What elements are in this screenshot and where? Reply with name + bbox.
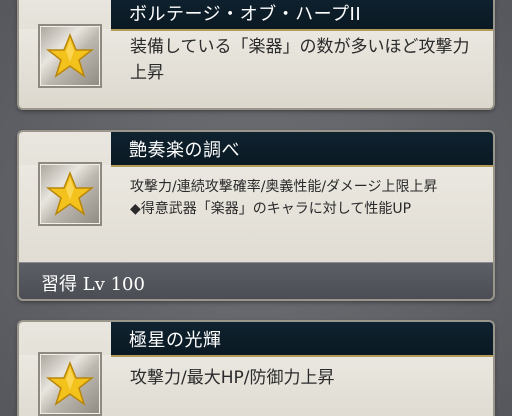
- skill-list: ボルテージ・オブ・ハープII 装備している「楽器」の数が多いほど攻撃力上昇 艶奏…: [0, 0, 512, 416]
- gold-star-icon: [46, 170, 94, 216]
- skill-description: 攻撃力/最大HP/防御力上昇: [130, 368, 335, 388]
- skill-icon-frame: [38, 24, 102, 88]
- skill-description: 攻撃力/連続攻撃確率/奥義性能/ダメージ上限上昇 ◆得意武器「楽器」のキャラに対…: [130, 176, 479, 220]
- skill-icon-frame: [38, 352, 102, 416]
- gold-star-icon: [46, 32, 94, 78]
- skill-description: 装備している「楽器」の数が多いほど攻撃力上昇: [130, 37, 470, 83]
- skill-acquire-bar: 習得 Lv 100: [19, 262, 493, 299]
- skill-card-3[interactable]: 極星の光輝 攻撃力/最大HP/防御力上昇: [19, 322, 493, 416]
- acquire-level: Lv 100: [82, 274, 145, 295]
- skill-description-line: 攻撃力/連続攻撃確率/奥義性能/ダメージ上限上昇: [130, 179, 438, 195]
- skill-title: 極星の光輝: [129, 330, 222, 351]
- acquire-label: 習得: [41, 274, 77, 295]
- skill-icon-frame: [38, 162, 102, 226]
- skill-title: ボルテージ・オブ・ハープII: [129, 4, 362, 25]
- gold-star-icon: [46, 360, 94, 406]
- skill-description-line: ◆得意武器「楽器」のキャラに対して性能UP: [130, 201, 412, 217]
- skill-card-1[interactable]: ボルテージ・オブ・ハープII 装備している「楽器」の数が多いほど攻撃力上昇: [19, 0, 493, 108]
- skill-title: 艶奏楽の調べ: [129, 140, 240, 161]
- skill-card-2[interactable]: 艶奏楽の調べ 攻撃力/連続攻撃確率/奥義性能/ダメージ上限上昇 ◆得意武器「楽器…: [19, 132, 493, 299]
- skill-acquire-text: 習得 Lv 100: [41, 270, 145, 296]
